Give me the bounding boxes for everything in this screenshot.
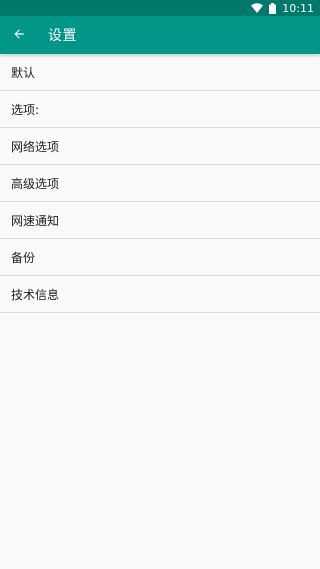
settings-item-speed-notification[interactable]: 网速通知 [0, 202, 320, 239]
settings-list: 默认 选项: 网络选项 高级选项 网速通知 备份 技术信息 [0, 54, 320, 313]
app-bar: 设置 [0, 16, 320, 54]
settings-item-default[interactable]: 默认 [0, 54, 320, 91]
wifi-icon [251, 3, 264, 13]
back-button[interactable] [0, 16, 38, 54]
settings-item-label: 备份 [11, 250, 36, 265]
settings-item-label: 默认 [11, 65, 36, 80]
battery-icon [269, 2, 277, 14]
settings-item-label: 网速通知 [11, 213, 60, 228]
settings-item-backup[interactable]: 备份 [0, 239, 320, 276]
status-bar: 10:11 [0, 0, 320, 16]
settings-item-advanced-options[interactable]: 高级选项 [0, 165, 320, 202]
settings-item-label: 技术信息 [11, 287, 60, 302]
settings-item-label: 网络选项 [11, 139, 60, 154]
settings-item-tech-info[interactable]: 技术信息 [0, 276, 320, 313]
page-title: 设置 [48, 28, 77, 44]
settings-item-options[interactable]: 选项: [0, 91, 320, 128]
status-time: 10:11 [282, 1, 314, 15]
arrow-back-icon [12, 26, 26, 45]
settings-item-label: 选项: [11, 102, 40, 117]
settings-item-network-options[interactable]: 网络选项 [0, 128, 320, 165]
settings-item-label: 高级选项 [11, 176, 60, 191]
